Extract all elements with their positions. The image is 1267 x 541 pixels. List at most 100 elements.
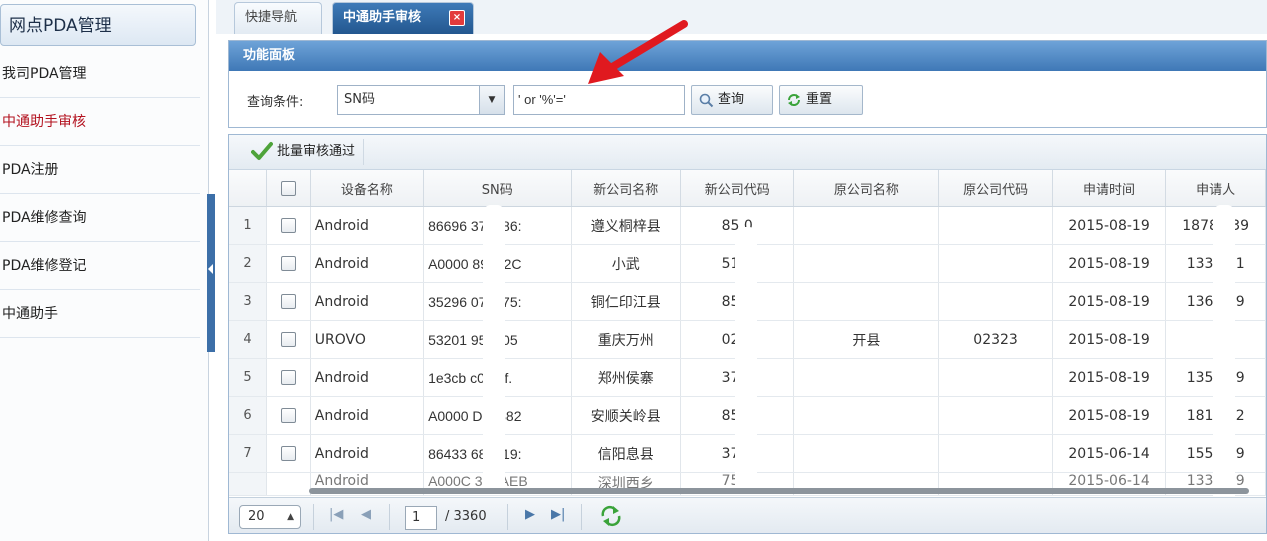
apply-time-cell: 2015-08-19 bbox=[1052, 244, 1167, 283]
checkmark-icon bbox=[251, 142, 273, 160]
old-company-name-cell: 开县 bbox=[793, 320, 940, 359]
sidebar-item-pda-repair-query[interactable]: PDA维修查询 bbox=[0, 194, 200, 242]
sidebar-item-zto-assistant[interactable]: 中通助手 bbox=[0, 290, 200, 338]
row-checkbox[interactable] bbox=[280, 446, 296, 461]
column-header-new-company-code[interactable]: 新公司代码 bbox=[680, 170, 795, 207]
search-button[interactable]: 查询 bbox=[691, 85, 773, 115]
batch-approve-label: 批量审核通过 bbox=[277, 144, 356, 159]
column-header-old-company-code[interactable]: 原公司代码 bbox=[938, 170, 1053, 207]
redaction-mark bbox=[1213, 205, 1235, 505]
old-company-code-cell: 02323 bbox=[938, 320, 1053, 359]
sidebar-item-own-pda[interactable]: 我司PDA管理 bbox=[0, 50, 200, 98]
select-all-checkbox[interactable] bbox=[280, 180, 296, 196]
query-value-input[interactable]: ' or '%'=' bbox=[513, 85, 685, 115]
old-company-code-cell bbox=[938, 206, 1053, 245]
panel-title: 功能面板 bbox=[229, 41, 1266, 71]
row-checkbox[interactable] bbox=[280, 408, 296, 423]
new-company-name-cell: 安顺关岭县 bbox=[571, 396, 681, 435]
old-company-code-cell bbox=[938, 244, 1053, 283]
refresh-icon bbox=[788, 94, 800, 106]
column-header-old-company-name[interactable]: 原公司名称 bbox=[793, 170, 940, 207]
pager-divider bbox=[581, 504, 582, 530]
column-header-new-company-name[interactable]: 新公司名称 bbox=[571, 170, 681, 207]
row-checkbox[interactable] bbox=[280, 256, 296, 271]
collapse-arrow-icon[interactable] bbox=[208, 264, 213, 274]
old-company-code-cell bbox=[938, 396, 1053, 435]
row-number: 6 bbox=[229, 396, 268, 435]
row-number: 7 bbox=[229, 434, 268, 473]
device-cell: Android bbox=[310, 282, 425, 321]
row-number: 3 bbox=[229, 282, 268, 321]
sidebar-item-zto-assistant-audit[interactable]: 中通助手审核 bbox=[0, 98, 200, 146]
page-size-select[interactable]: 20 ▲▼ bbox=[239, 505, 301, 529]
query-field-select[interactable]: SN码 ▼ bbox=[337, 85, 505, 115]
pager-divider bbox=[313, 504, 314, 530]
page-number-input[interactable]: 1 bbox=[405, 506, 437, 530]
tab-bar: 快捷导航 中通助手审核 × bbox=[216, 0, 1267, 34]
row-select-cell[interactable] bbox=[266, 244, 311, 283]
annotation-arrow-icon bbox=[588, 20, 688, 84]
row-checkbox[interactable] bbox=[280, 294, 296, 309]
row-select-cell[interactable] bbox=[266, 396, 311, 435]
close-icon[interactable]: × bbox=[449, 10, 465, 26]
device-cell: Android bbox=[310, 358, 425, 397]
table-header-row: 设备名称 SN码 新公司名称 新公司代码 原公司名称 原公司代码 申请时间 申请… bbox=[229, 170, 1266, 207]
column-header-device[interactable]: 设备名称 bbox=[310, 170, 425, 207]
row-select-cell[interactable] bbox=[266, 282, 311, 321]
old-company-name-cell bbox=[793, 206, 940, 245]
column-header-applicant[interactable]: 申请人 bbox=[1165, 170, 1266, 207]
horizontal-scrollbar[interactable] bbox=[309, 488, 1249, 494]
select-all-header[interactable] bbox=[266, 170, 311, 207]
row-checkbox[interactable] bbox=[280, 370, 296, 385]
row-number: 2 bbox=[229, 244, 268, 283]
row-select-cell[interactable] bbox=[266, 434, 311, 473]
sidebar: 网点PDA管理 我司PDA管理 中通助手审核 PDA注册 PDA维修查询 PDA… bbox=[0, 0, 209, 541]
first-page-icon[interactable]: |◀ bbox=[329, 507, 343, 522]
row-select-cell[interactable] bbox=[266, 206, 311, 245]
apply-time-cell: 2015-08-19 bbox=[1052, 358, 1167, 397]
new-company-name-cell: 铜仁印江县 bbox=[571, 282, 681, 321]
new-company-name-cell: 信阳息县 bbox=[571, 434, 681, 473]
row-select-cell[interactable] bbox=[266, 472, 311, 496]
prev-page-icon[interactable]: ◀ bbox=[361, 507, 371, 522]
tab-label: 快捷导航 bbox=[245, 10, 298, 25]
row-checkbox[interactable] bbox=[280, 218, 296, 233]
row-number: 5 bbox=[229, 358, 268, 397]
new-company-name-cell: 小武 bbox=[571, 244, 681, 283]
old-company-code-cell bbox=[938, 434, 1053, 473]
stepper-icon[interactable]: ▲▼ bbox=[287, 506, 294, 533]
old-company-name-cell bbox=[793, 396, 940, 435]
tab-zto-assistant-audit[interactable]: 中通助手审核 × bbox=[332, 2, 474, 34]
row-checkbox[interactable] bbox=[280, 332, 296, 347]
batch-approve-button[interactable]: 批量审核通过 bbox=[251, 139, 365, 165]
chevron-down-icon[interactable]: ▼ bbox=[479, 86, 504, 114]
old-company-name-cell bbox=[793, 244, 940, 283]
redaction-mark bbox=[735, 227, 757, 495]
pager-divider bbox=[389, 504, 390, 530]
query-field-value: SN码 bbox=[344, 92, 375, 107]
device-cell: Android bbox=[310, 244, 425, 283]
refresh-icon[interactable] bbox=[599, 505, 623, 527]
column-header-sn[interactable]: SN码 bbox=[423, 170, 572, 207]
row-select-cell[interactable] bbox=[266, 358, 311, 397]
reset-button[interactable]: 重置 bbox=[779, 85, 863, 115]
page-size-value: 20 bbox=[248, 509, 265, 524]
old-company-name-cell bbox=[793, 434, 940, 473]
sidebar-item-pda-register[interactable]: PDA注册 bbox=[0, 146, 200, 194]
tab-label: 中通助手审核 bbox=[343, 10, 422, 25]
tab-quick-nav[interactable]: 快捷导航 bbox=[234, 2, 322, 34]
old-company-name-cell bbox=[793, 358, 940, 397]
new-company-name-cell: 重庆万州 bbox=[571, 320, 681, 359]
new-company-name-cell: 郑州侯寨 bbox=[571, 358, 681, 397]
device-cell: Android bbox=[310, 396, 425, 435]
device-cell: Android bbox=[310, 206, 425, 245]
next-page-icon[interactable]: ▶ bbox=[525, 507, 535, 522]
row-number: 4 bbox=[229, 320, 268, 359]
sidebar-item-pda-repair-register[interactable]: PDA维修登记 bbox=[0, 242, 200, 290]
apply-time-cell: 2015-06-14 bbox=[1052, 434, 1167, 473]
row-select-cell[interactable] bbox=[266, 320, 311, 359]
sidebar-title[interactable]: 网点PDA管理 bbox=[0, 4, 196, 46]
apply-time-cell: 2015-08-19 bbox=[1052, 282, 1167, 321]
column-header-apply-time[interactable]: 申请时间 bbox=[1052, 170, 1167, 207]
last-page-icon[interactable]: ▶| bbox=[551, 507, 565, 522]
